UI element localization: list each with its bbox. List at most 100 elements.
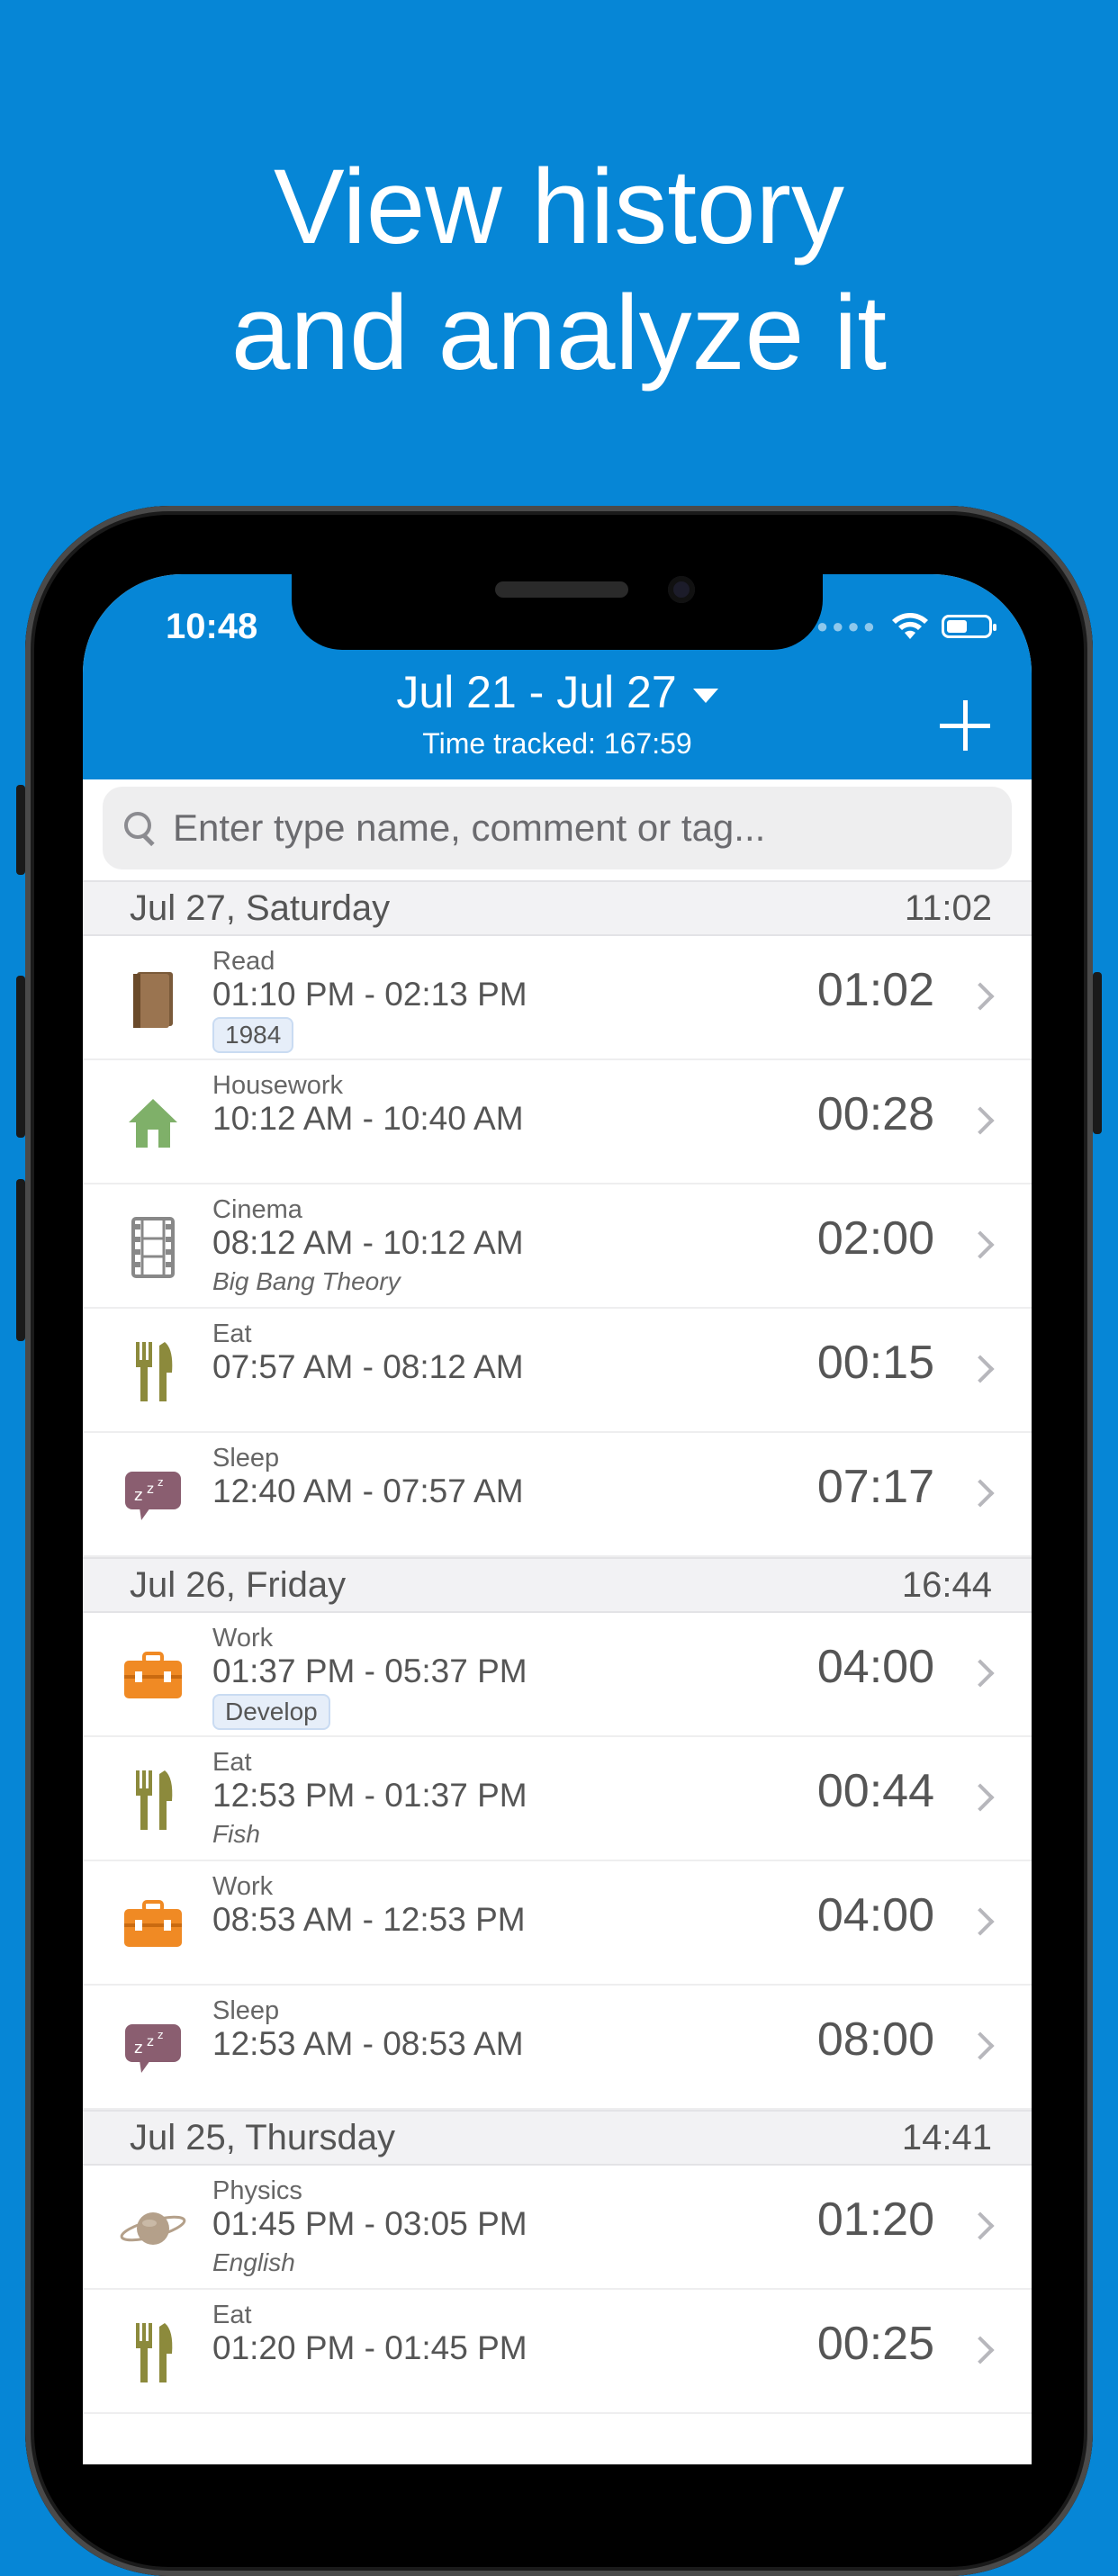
day-total: 14:41 xyxy=(901,2117,992,2157)
day-header: Jul 27, Saturday 11:02 xyxy=(83,880,1032,936)
history-row[interactable]: Eat 07:57 AM - 08:12 AM 00:15 xyxy=(83,1309,1032,1433)
chevron-right-icon xyxy=(966,2336,995,2364)
history-row[interactable]: z z z Sleep 12:53 AM - 08:53 AM 08:00 xyxy=(83,1986,1032,2110)
chevron-right-icon xyxy=(966,1106,995,1135)
activity-type: Sleep xyxy=(212,1444,280,1473)
status-icons: ●●●● xyxy=(816,608,996,644)
headline: View history and analyze it xyxy=(0,144,1118,396)
history-row[interactable]: Eat 12:53 PM - 01:37 PM Fish 00:44 xyxy=(83,1737,1032,1861)
speaker xyxy=(495,581,628,598)
time-range: 12:40 AM - 07:57 AM xyxy=(212,1473,524,1509)
duration: 08:00 xyxy=(816,2013,934,2066)
chevron-right-icon xyxy=(966,1230,995,1259)
history-row[interactable]: Physics 01:45 PM - 03:05 PM English 01:20 xyxy=(83,2166,1032,2290)
svg-text:z: z xyxy=(158,1476,163,1489)
activity-type: Work xyxy=(212,1624,274,1653)
activity-type: Physics xyxy=(212,2176,302,2205)
search-icon xyxy=(122,810,158,847)
activity-type: Cinema xyxy=(212,1195,302,1224)
chevron-right-icon xyxy=(966,1659,995,1688)
briefcase-icon xyxy=(117,1640,189,1712)
fork-knife-icon xyxy=(117,2317,189,2389)
time-range: 01:45 PM - 03:05 PM xyxy=(212,2205,527,2242)
date-range-selector[interactable]: Jul 21 - Jul 27 xyxy=(83,666,1032,718)
book-icon xyxy=(117,963,189,1035)
tag-badge: 1984 xyxy=(212,1017,294,1053)
svg-text:z: z xyxy=(158,2029,163,2041)
history-row[interactable]: z z z Sleep 12:40 AM - 07:57 AM 07:17 xyxy=(83,1433,1032,1557)
time-range: 07:57 AM - 08:12 AM xyxy=(212,1348,524,1385)
svg-text:z: z xyxy=(134,2039,142,2058)
day-total: 11:02 xyxy=(904,887,992,928)
duration: 02:00 xyxy=(816,1212,934,1265)
app-header: 10:48 ●●●● Jul 21 - Jul 27 Time tracked:… xyxy=(83,574,1032,779)
chevron-right-icon xyxy=(966,2031,995,2060)
chevron-right-icon xyxy=(966,982,995,1011)
history-row[interactable]: Read 01:10 PM - 02:13 PM 1984 01:02 xyxy=(83,936,1032,1060)
side-button xyxy=(1093,972,1102,1134)
briefcase-icon xyxy=(117,1888,189,1960)
duration: 07:17 xyxy=(816,1461,934,1513)
planet-icon xyxy=(117,2193,189,2265)
time-range: 01:37 PM - 05:37 PM xyxy=(212,1653,527,1689)
activity-type: Eat xyxy=(212,1748,252,1777)
wifi-icon xyxy=(892,613,928,639)
activity-type: Housework xyxy=(212,1071,344,1100)
history-row[interactable]: Work 01:37 PM - 05:37 PM Develop 04:00 xyxy=(83,1613,1032,1737)
add-button[interactable] xyxy=(940,700,990,751)
signal-icon: ●●●● xyxy=(816,615,879,637)
history-row[interactable]: Cinema 08:12 AM - 10:12 AM Big Bang Theory… xyxy=(83,1184,1032,1309)
time-range: 08:12 AM - 10:12 AM xyxy=(212,1224,524,1261)
headline-line-1: View history xyxy=(274,148,844,266)
status-time: 10:48 xyxy=(166,607,258,646)
duration: 00:25 xyxy=(816,2318,934,2370)
battery-icon xyxy=(942,615,996,638)
activity-type: Eat xyxy=(212,2301,252,2329)
time-range: 12:53 PM - 01:37 PM xyxy=(212,1777,527,1814)
search-bar[interactable] xyxy=(103,787,1012,869)
activity-type: Work xyxy=(212,1872,274,1901)
entry-comment: Fish xyxy=(212,1820,260,1848)
svg-text:z: z xyxy=(147,1481,154,1497)
notch xyxy=(292,574,823,650)
time-range: 01:10 PM - 02:13 PM xyxy=(212,976,527,1013)
side-button xyxy=(16,785,25,875)
time-range: 08:53 AM - 12:53 PM xyxy=(212,1901,526,1938)
sleep-bubble-icon: zzz xyxy=(117,1460,189,1532)
house-icon xyxy=(117,1087,189,1159)
day-header: Jul 26, Friday 16:44 xyxy=(83,1557,1032,1613)
side-button xyxy=(16,1179,25,1341)
sleep-bubble-icon: zzz xyxy=(117,2013,189,2085)
entry-comment: Big Bang Theory xyxy=(212,1267,401,1295)
duration: 00:44 xyxy=(816,1765,934,1817)
duration: 00:15 xyxy=(816,1337,934,1389)
day-total: 16:44 xyxy=(901,1564,992,1605)
chevron-right-icon xyxy=(966,1783,995,1812)
history-row[interactable]: Housework 10:12 AM - 10:40 AM 00:28 xyxy=(83,1060,1032,1184)
search-input[interactable] xyxy=(171,806,985,851)
history-list: Jul 27, Saturday 11:02 Read 01:10 PM - 02:1… xyxy=(83,880,1032,2414)
chevron-right-icon xyxy=(966,1355,995,1383)
duration: 04:00 xyxy=(816,1641,934,1693)
duration: 01:02 xyxy=(816,964,934,1016)
chevron-right-icon xyxy=(966,1907,995,1936)
history-row[interactable]: Work 08:53 AM - 12:53 PM 04:00 xyxy=(83,1861,1032,1986)
time-tracked: Time tracked: 167:59 xyxy=(422,727,692,760)
time-range: 01:20 PM - 01:45 PM xyxy=(212,2329,527,2366)
film-icon xyxy=(117,1211,189,1283)
fork-knife-icon xyxy=(117,1764,189,1836)
tag-badge: Develop xyxy=(212,1694,330,1730)
history-row[interactable]: Eat 01:20 PM - 01:45 PM 00:25 xyxy=(83,2290,1032,2414)
app-screen: 10:48 ●●●● Jul 21 - Jul 27 Time tracked:… xyxy=(83,574,1032,2464)
day-label: Jul 25, Thursday xyxy=(130,2117,395,2157)
chevron-right-icon xyxy=(966,1479,995,1508)
time-range: 12:53 AM - 08:53 AM xyxy=(212,2025,524,2062)
day-label: Jul 27, Saturday xyxy=(130,887,391,928)
front-camera xyxy=(668,576,695,603)
time-range: 10:12 AM - 10:40 AM xyxy=(212,1100,524,1137)
caret-down-icon xyxy=(692,688,718,703)
fork-knife-icon xyxy=(117,1336,189,1408)
chevron-right-icon xyxy=(966,2211,995,2240)
duration: 00:28 xyxy=(816,1088,934,1140)
day-label: Jul 26, Friday xyxy=(130,1564,347,1605)
